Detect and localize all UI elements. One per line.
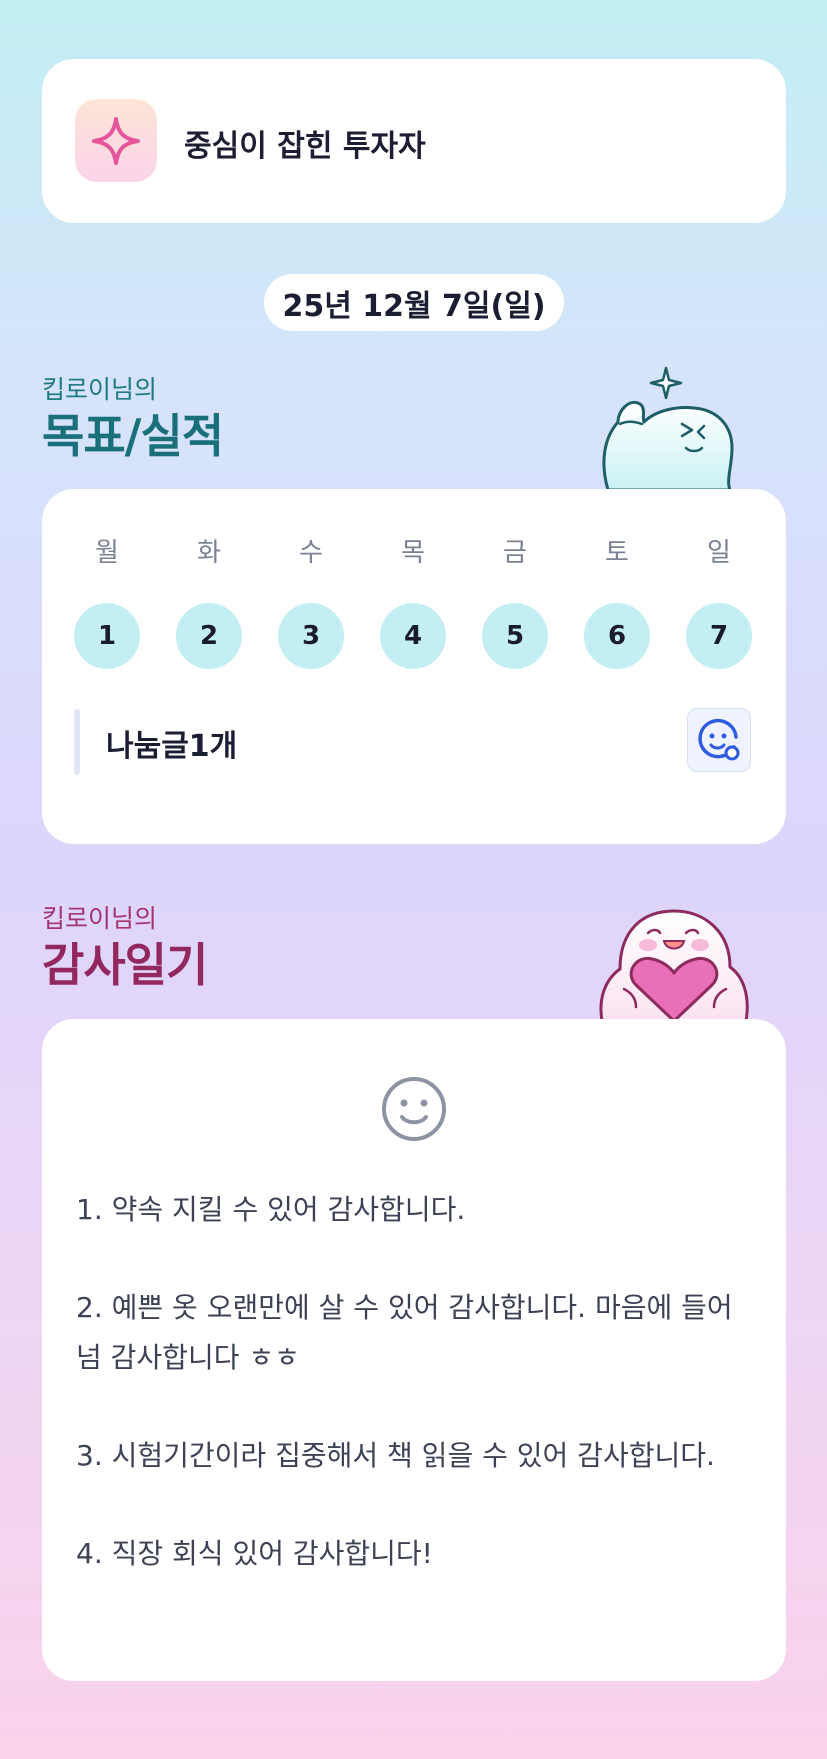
thumbs-up-mascot xyxy=(602,366,734,490)
reaction-button[interactable] xyxy=(687,708,751,772)
gratitude-entry: 1. 약속 지킬 수 있어 감사합니다. xyxy=(76,1193,466,1226)
day-monday[interactable]: 월 1 xyxy=(74,533,140,669)
day-wednesday[interactable]: 수 3 xyxy=(278,533,344,669)
day-label: 수 xyxy=(299,538,323,568)
badge-card: 중심이 잡힌 투자자 xyxy=(42,59,786,223)
day-number[interactable]: 5 xyxy=(482,603,548,669)
day-thursday[interactable]: 목 4 xyxy=(380,533,446,669)
gratitude-card: 1. 약속 지킬 수 있어 감사합니다. 2. 예쁜 옷 오랜만에 살 수 있어… xyxy=(42,1019,786,1681)
day-number[interactable]: 7 xyxy=(686,603,752,669)
day-number[interactable]: 2 xyxy=(176,603,242,669)
date-pill[interactable]: 25년 12월 7일(일) xyxy=(264,274,564,331)
day-label: 금 xyxy=(503,538,527,568)
day-tuesday[interactable]: 화 2 xyxy=(176,533,242,669)
smile-icon xyxy=(382,1077,446,1141)
sparkle-icon xyxy=(75,99,157,182)
day-label: 일 xyxy=(707,538,731,568)
day-saturday[interactable]: 토 6 xyxy=(584,533,650,669)
gratitude-entries: 1. 약속 지킬 수 있어 감사합니다. 2. 예쁜 옷 오랜만에 살 수 있어… xyxy=(76,1185,756,1627)
day-number[interactable]: 3 xyxy=(278,603,344,669)
day-number[interactable]: 1 xyxy=(74,603,140,669)
week-row: 월 1 화 2 수 3 목 4 금 5 토 6 일 7 xyxy=(74,533,754,669)
goal-section-title: 목표/실적 xyxy=(42,409,224,463)
smile-plus-icon xyxy=(698,718,740,761)
heart-hug-mascot xyxy=(599,909,749,1021)
share-post-count: 나눔글1개 xyxy=(106,729,238,764)
gratitude-entry: 4. 직장 회식 있어 감사합니다! xyxy=(76,1537,433,1570)
day-label: 화 xyxy=(197,538,221,568)
day-sunday[interactable]: 일 7 xyxy=(686,533,752,669)
day-label: 월 xyxy=(95,538,119,568)
gratitude-section-title: 감사일기 xyxy=(42,938,208,992)
share-accent-bar xyxy=(74,709,80,775)
day-label: 목 xyxy=(401,538,425,568)
gratitude-entry: 3. 시험기간이라 집중해서 책 읽을 수 있어 감사합니다. xyxy=(76,1439,715,1472)
badge-title: 중심이 잡힌 투자자 xyxy=(184,129,426,164)
day-label: 토 xyxy=(605,538,629,568)
week-card: 월 1 화 2 수 3 목 4 금 5 토 6 일 7 나눔글1개 xyxy=(42,489,786,844)
gratitude-entry: 2. 예쁜 옷 오랜만에 살 수 있어 감사합니다. 마음에 들어 넘 감사합니… xyxy=(76,1291,733,1374)
day-friday[interactable]: 금 5 xyxy=(482,533,548,669)
day-number[interactable]: 6 xyxy=(584,603,650,669)
day-number[interactable]: 4 xyxy=(380,603,446,669)
